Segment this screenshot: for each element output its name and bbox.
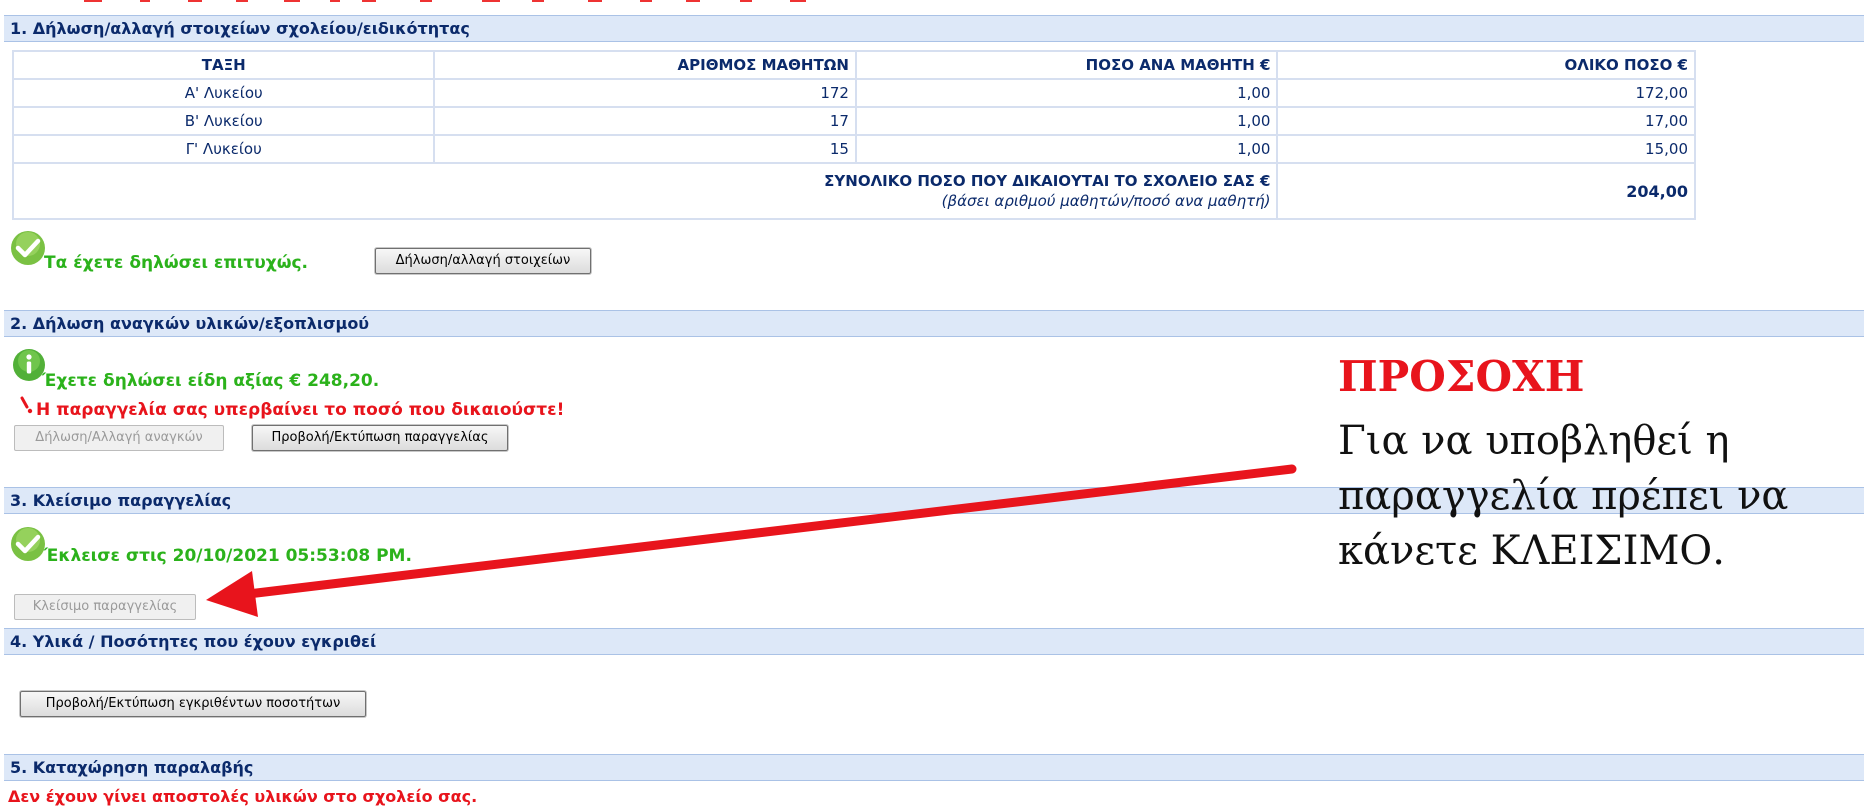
arrow-icon: [206, 464, 1297, 617]
